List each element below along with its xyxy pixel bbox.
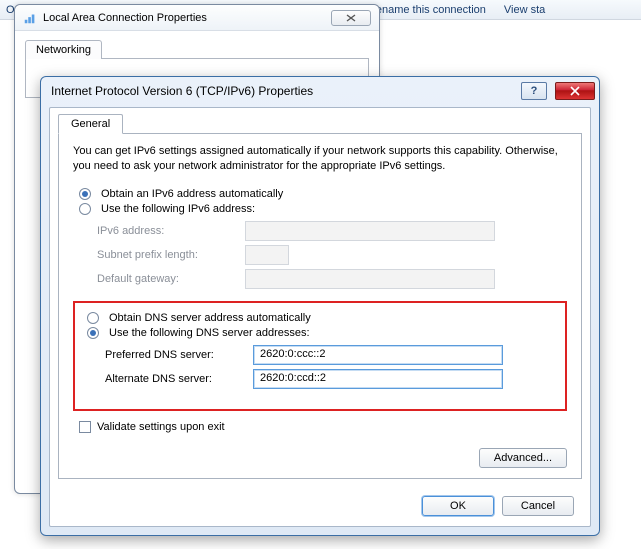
ipv6-address-fields: IPv6 address: Subnet prefix length: Defa…	[97, 221, 567, 289]
use-following-ipv6-option[interactable]: Use the following IPv6 address:	[79, 203, 567, 215]
radio-icon	[87, 327, 99, 339]
checkbox-icon	[79, 421, 91, 433]
radio-icon	[79, 188, 91, 200]
preferred-dns-input[interactable]: 2620:0:ccc::2	[253, 345, 503, 365]
preferred-dns-label: Preferred DNS server:	[105, 349, 245, 361]
use-following-dns-option[interactable]: Use the following DNS server addresses:	[87, 327, 559, 339]
subnet-prefix-label: Subnet prefix length:	[97, 249, 237, 261]
dialog-titlebar[interactable]: Internet Protocol Version 6 (TCP/IPv6) P…	[41, 77, 599, 105]
tab-networking[interactable]: Networking	[25, 40, 102, 59]
radio-label: Use the following IPv6 address:	[101, 203, 255, 215]
help-button[interactable]: ?	[521, 82, 547, 100]
default-gateway-label: Default gateway:	[97, 273, 237, 285]
advanced-button[interactable]: Advanced...	[479, 448, 567, 468]
tabstrip: General	[50, 108, 590, 134]
alternate-dns-input[interactable]: 2620:0:ccd::2	[253, 369, 503, 389]
dialog-title: Internet Protocol Version 6 (TCP/IPv6) P…	[51, 84, 513, 98]
subnet-prefix-input	[245, 245, 289, 265]
dialog-titlebar: Local Area Connection Properties	[15, 5, 379, 31]
radio-icon	[87, 312, 99, 324]
ipv6-properties-dialog: Internet Protocol Version 6 (TCP/IPv6) P…	[40, 76, 600, 536]
tabstrip: Networking	[25, 40, 369, 59]
close-button[interactable]	[331, 10, 371, 26]
radio-label: Obtain an IPv6 address automatically	[101, 188, 283, 200]
radio-label: Use the following DNS server addresses:	[109, 327, 310, 339]
close-button[interactable]	[555, 82, 595, 100]
ipv6-address-label: IPv6 address:	[97, 225, 237, 237]
dialog-client-area: General You can get IPv6 settings assign…	[49, 107, 591, 527]
checkbox-label: Validate settings upon exit	[97, 421, 225, 433]
rename-link[interactable]: Rename this connection	[368, 4, 486, 16]
dialog-button-row: OK Cancel	[422, 496, 574, 516]
alternate-dns-label: Alternate DNS server:	[105, 373, 245, 385]
obtain-ipv6-auto-option[interactable]: Obtain an IPv6 address automatically	[79, 188, 567, 200]
validate-settings-checkbox[interactable]: Validate settings upon exit	[79, 421, 567, 433]
ipv6-address-input	[245, 221, 495, 241]
view-status-link[interactable]: View sta	[504, 4, 545, 16]
description-text: You can get IPv6 settings assigned autom…	[73, 144, 567, 174]
obtain-dns-auto-option[interactable]: Obtain DNS server address automatically	[87, 312, 559, 324]
network-icon	[23, 11, 37, 25]
general-tab-panel: You can get IPv6 settings assigned autom…	[58, 133, 582, 479]
cancel-button[interactable]: Cancel	[502, 496, 574, 516]
dns-settings-group-highlight: Obtain DNS server address automatically …	[73, 301, 567, 411]
default-gateway-input	[245, 269, 495, 289]
radio-label: Obtain DNS server address automatically	[109, 312, 311, 324]
radio-icon	[79, 203, 91, 215]
dialog-title: Local Area Connection Properties	[43, 12, 207, 24]
dns-server-fields: Preferred DNS server: 2620:0:ccc::2 Alte…	[105, 345, 559, 389]
ok-button[interactable]: OK	[422, 496, 494, 516]
tab-general[interactable]: General	[58, 114, 123, 134]
